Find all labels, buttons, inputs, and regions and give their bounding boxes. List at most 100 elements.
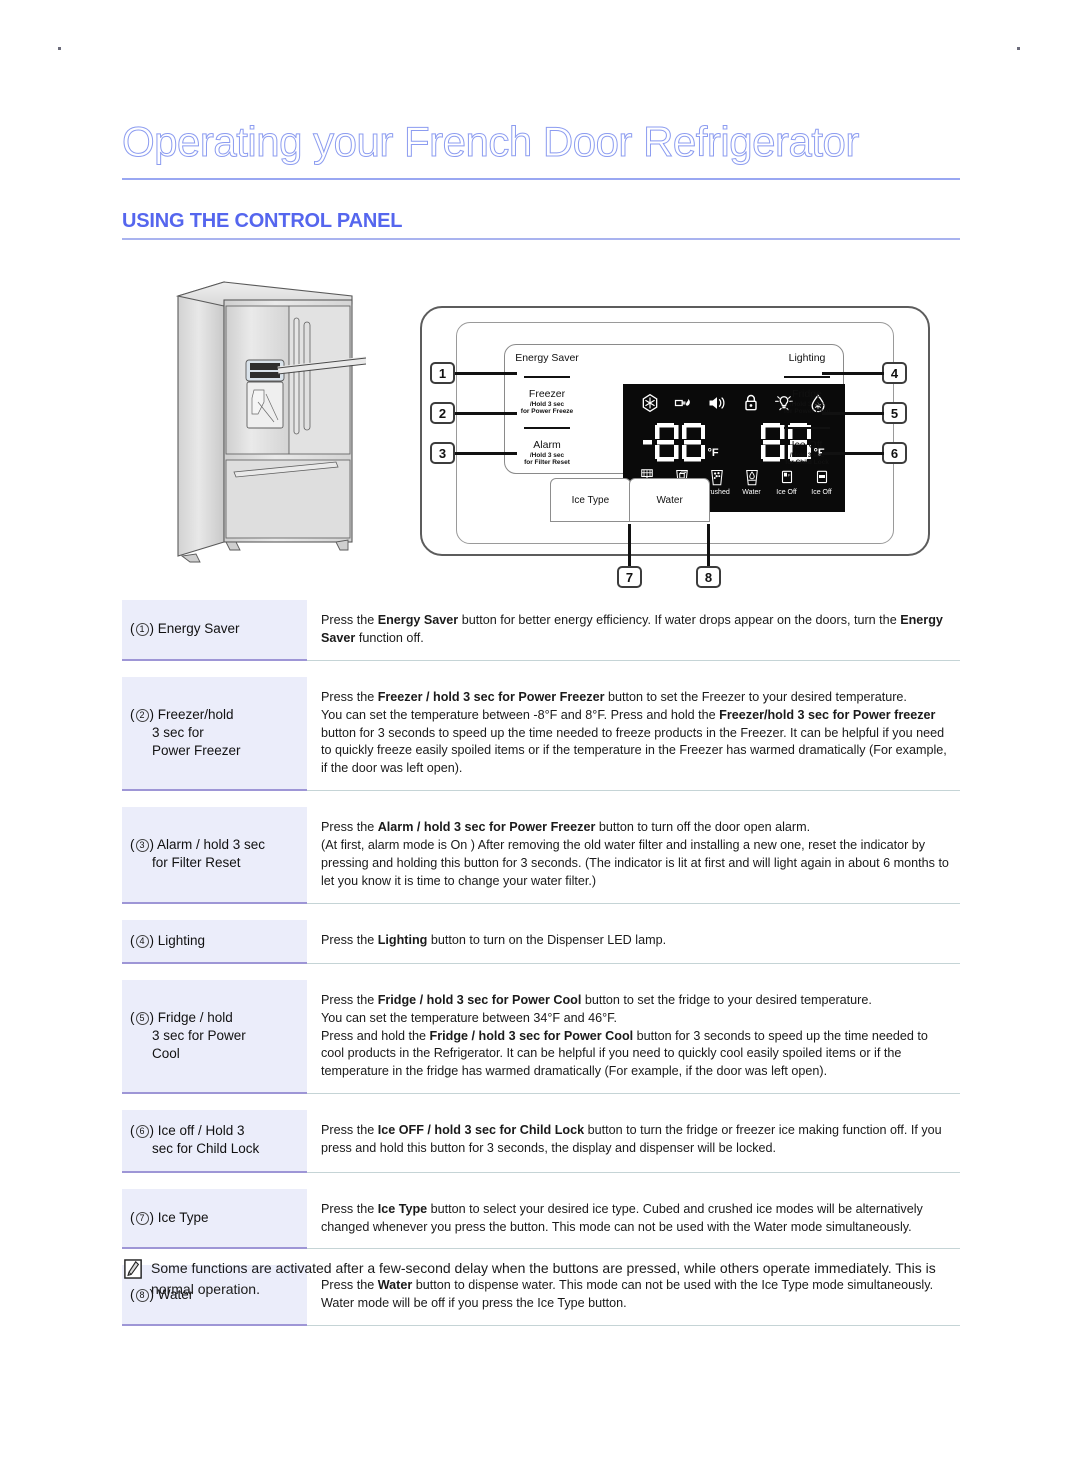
key-divider <box>784 427 830 429</box>
row-number-badge: 7 <box>135 1211 149 1225</box>
callout-leader-6 <box>822 452 884 455</box>
dispenser-button-group: Ice Type Water <box>550 478 710 522</box>
lcd-item-label: Ice Off <box>811 489 832 496</box>
key-label: Lighting <box>788 352 826 365</box>
key-alarm[interactable]: Alarm /Hold 3 sec for Filter Reset <box>507 439 587 467</box>
table-row-label: (1) Energy Saver <box>122 600 307 661</box>
table-row-description: Press the Ice Type button to select your… <box>307 1189 960 1250</box>
table-row: (7) Ice Type Press the Ice Type button to… <box>122 1188 960 1250</box>
row-number-badge: 2 <box>135 708 149 722</box>
crushed-ice-glass-icon <box>710 469 723 486</box>
note-block: Some functions are activated after a few… <box>124 1258 960 1300</box>
table-row-label-text: (2) Freezer/hold 3 sec for Power Freezer <box>130 706 241 759</box>
lcd-item-label: Water <box>742 489 761 496</box>
table-row-description: Press the Freezer / hold 3 sec for Power… <box>307 677 960 792</box>
speaker-alarm-icon <box>709 397 725 409</box>
table-row-label: (4) Lighting <box>122 919 307 964</box>
freezer-temperature: °F <box>643 421 719 463</box>
ice-type-button[interactable]: Ice Type <box>550 478 631 522</box>
row-number-badge: 4 <box>135 934 149 948</box>
freezer-seven-segment <box>643 423 706 462</box>
table-row-description: Press the Ice OFF / hold 3 sec for Child… <box>307 1110 960 1173</box>
key-energy-saver[interactable]: Energy Saver <box>507 353 587 364</box>
table-row-label: (5) Fridge / hold 3 sec for Power Cool <box>122 979 307 1095</box>
table-row-gap <box>122 1173 960 1189</box>
water-button[interactable]: Water <box>629 478 710 522</box>
table-row-label: (3) Alarm / hold 3 sec for Filter Reset <box>122 807 307 904</box>
table-row: (5) Fridge / hold 3 sec for Power Cool Pres… <box>122 979 960 1095</box>
table-row-description: Press the Energy Saver button for better… <box>307 600 960 661</box>
table-row-description: Press the Lighting button to turn on the… <box>307 920 960 964</box>
key-divider <box>524 427 570 429</box>
panel-key-area: Energy Saver Freezer /Hold 3 sec for Powe… <box>504 344 847 512</box>
section-heading: USING THE CONTROL PANEL <box>122 210 403 232</box>
lcd-item-label: Ice Off <box>776 489 797 496</box>
table-row-description: Press the Fridge / hold 3 sec for Power … <box>307 980 960 1095</box>
callout-2: 2 <box>430 402 455 424</box>
table-row-label-text: (7) Ice Type <box>130 1209 209 1225</box>
table-row-label: (7) Ice Type <box>122 1188 307 1250</box>
callout-leader-5 <box>822 412 884 415</box>
title-divider <box>122 178 960 180</box>
table-row-label: (2) Freezer/hold 3 sec for Power Freezer <box>122 676 307 792</box>
callout-7: 7 <box>617 566 642 588</box>
callout-4: 4 <box>882 362 907 384</box>
registration-mark-top-left <box>58 47 61 50</box>
table-row-gap <box>122 661 960 677</box>
table-row-label-text: (1) Energy Saver <box>130 621 240 637</box>
row-number-badge: 3 <box>135 839 149 853</box>
callout-leader-7 <box>628 524 631 566</box>
panel-right-labels: Lighting Fridge /Hold 3 sec for Power Coo… <box>767 345 847 475</box>
snowflake-power-freeze-icon <box>642 393 658 413</box>
table-row-label-text: (4) Lighting <box>130 932 206 948</box>
manual-page: Operating your French Door Refrigerator … <box>0 0 1080 1478</box>
key-label: Energy Saver <box>515 352 579 365</box>
page-title: Operating your French Door Refrigerator <box>122 117 860 165</box>
key-label: Alarm <box>533 439 561 452</box>
callout-leader-2 <box>455 412 517 415</box>
key-freezer[interactable]: Freezer /Hold 3 sec for Power Freeze <box>507 389 587 416</box>
key-divider <box>784 376 830 378</box>
table-row-gap <box>122 791 960 807</box>
key-lighting[interactable]: Lighting <box>767 353 847 364</box>
table-row: (6) Ice off / Hold 3 sec for Child Lock Pr… <box>122 1110 960 1173</box>
note-text: Some functions are activated after a few… <box>151 1260 936 1297</box>
power-cool-plug-icon <box>675 398 691 407</box>
table-row: (4) Lighting Press the Lighting button to… <box>122 919 960 964</box>
key-sublabel: /Hold 3 sec for Power Freeze <box>520 401 574 416</box>
callout-3: 3 <box>430 442 455 464</box>
table-row: (2) Freezer/hold 3 sec for Power Freezer Pr… <box>122 676 960 792</box>
key-label: Ice Off <box>791 439 823 452</box>
row-number-badge: 6 <box>135 1125 149 1139</box>
table-row-gap <box>122 904 960 920</box>
child-lock-padlock-icon <box>745 394 757 411</box>
row-number-badge: 5 <box>135 1011 149 1025</box>
callout-leader-3 <box>455 452 517 455</box>
freezer-unit: °F <box>707 447 719 459</box>
callout-5: 5 <box>882 402 907 424</box>
table-row: (1) Energy Saver Press the Energy Saver b… <box>122 600 960 661</box>
key-divider <box>524 376 570 378</box>
table-row-label-text: (5) Fridge / hold 3 sec for Power Cool <box>130 1009 246 1062</box>
table-row-gap <box>122 964 960 980</box>
control-panel-description-table: (1) Energy Saver Press the Energy Saver b… <box>122 600 960 1327</box>
table-row-description: Press the Alarm / hold 3 sec for Power F… <box>307 807 960 904</box>
panel-left-labels: Energy Saver Freezer /Hold 3 sec for Powe… <box>507 345 587 475</box>
section-divider <box>122 238 960 240</box>
callout-leader-4 <box>822 372 884 375</box>
key-sublabel: /Hold 3 sec for Filter Reset <box>524 452 570 467</box>
note-pencil-icon <box>124 1259 142 1279</box>
callout-leader-8 <box>707 524 710 566</box>
table-row: (3) Alarm / hold 3 sec for Filter Reset Pr… <box>122 807 960 904</box>
row-number-badge: 1 <box>135 623 149 637</box>
registration-mark-top-right <box>1017 47 1020 50</box>
callout-leader-1 <box>455 372 517 375</box>
table-row-label: (6) Ice off / Hold 3 sec for Child Lock <box>122 1110 307 1173</box>
control-panel-figure: Energy Saver Freezer /Hold 3 sec for Powe… <box>122 258 962 593</box>
callout-1: 1 <box>430 362 455 384</box>
refrigerator-illustration <box>175 281 366 563</box>
control-panel-diagram: Energy Saver Freezer /Hold 3 sec for Powe… <box>420 306 930 556</box>
callout-6: 6 <box>882 442 907 464</box>
key-label: Fridge <box>792 388 822 401</box>
table-row-label-text: (3) Alarm / hold 3 sec for Filter Reset <box>130 837 266 871</box>
